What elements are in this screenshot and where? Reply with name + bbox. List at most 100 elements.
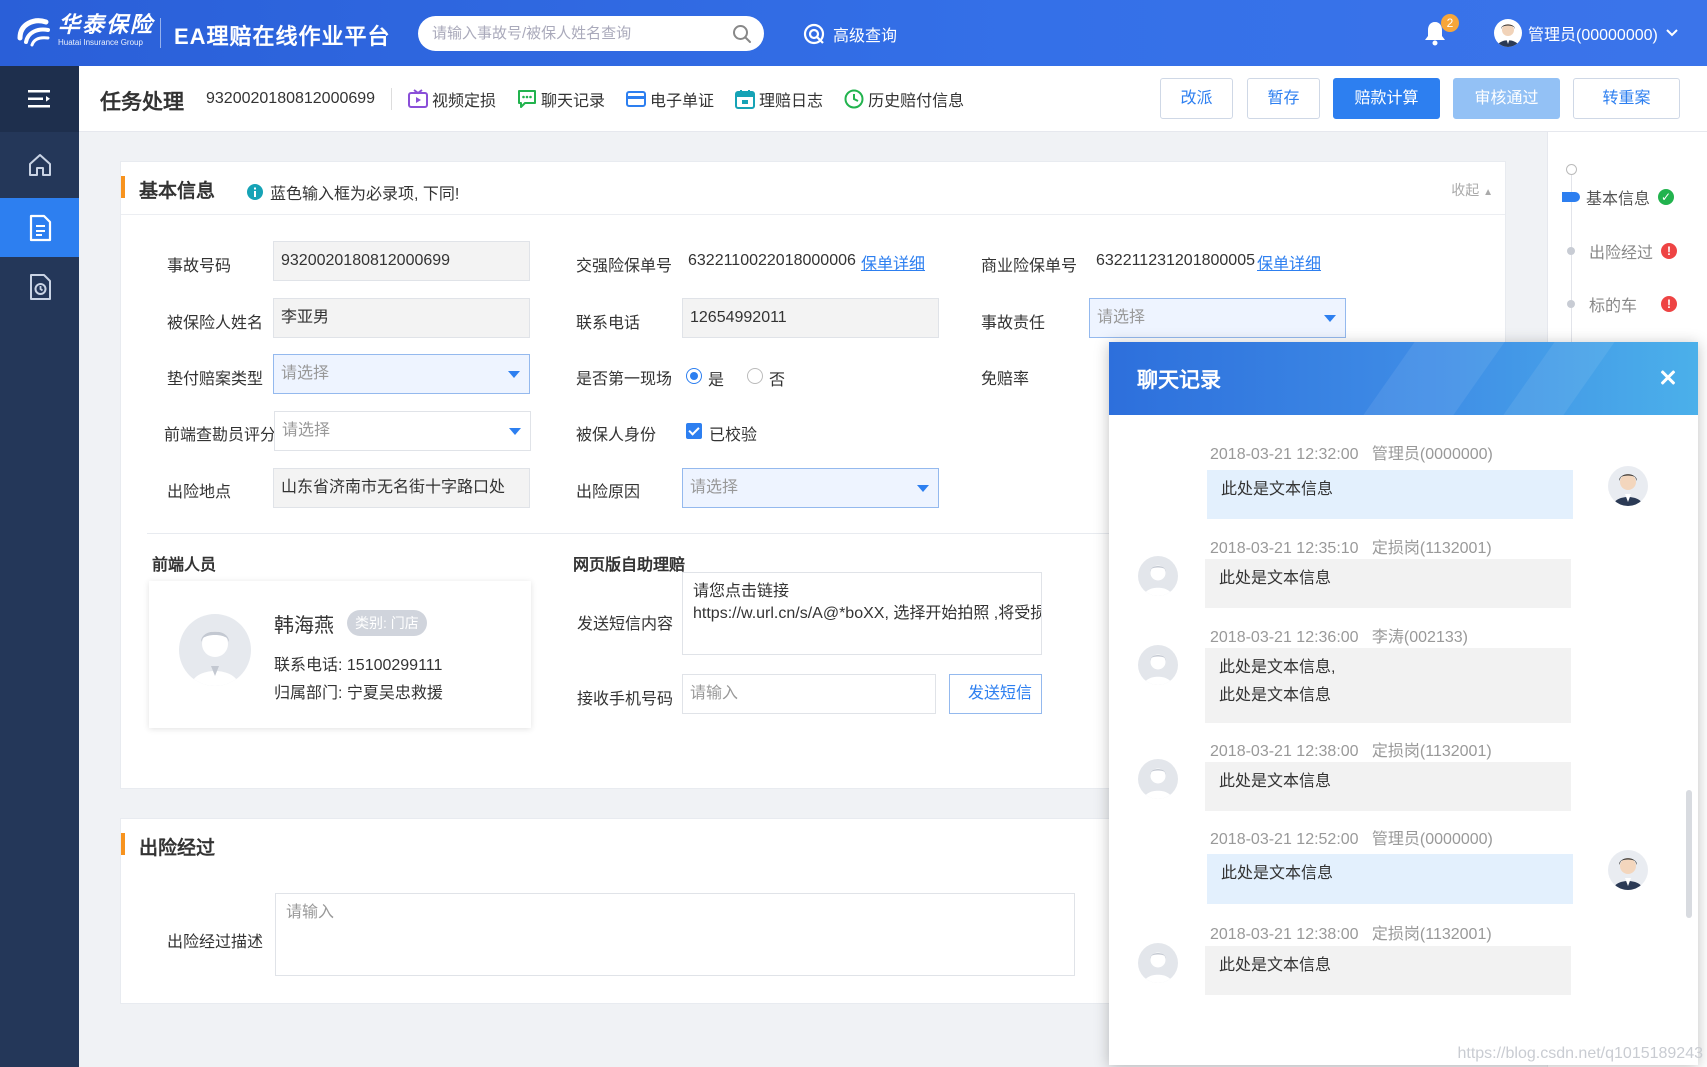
left-sidebar <box>0 66 79 1067</box>
section-marker <box>121 176 125 198</box>
home-icon <box>28 154 51 176</box>
liability-select[interactable]: 请选择 <box>1089 298 1346 338</box>
chat-bubble-mine: 此处是文本信息 <box>1207 854 1573 904</box>
video-damage-link[interactable]: 视频定损 <box>408 87 496 111</box>
message-time: 2018-03-21 12:38:00 <box>1210 926 1359 943</box>
claim-log-link[interactable]: 理赔日志 <box>735 87 823 111</box>
current-flag-icon <box>1562 192 1580 202</box>
advanced-query-label: 高级查询 <box>833 28 898 45</box>
self-service-title: 网页版自助理赔 <box>573 557 686 574</box>
video-damage-label: 视频定损 <box>432 93 497 110</box>
staff-category-tag: 类别: 门店 <box>347 610 427 636</box>
collapse-toggle[interactable]: 收起 ▲ <box>1451 180 1493 200</box>
message-sender: 管理员(0000000) <box>1371 831 1493 848</box>
calendar-icon <box>735 90 756 109</box>
save-draft-button[interactable]: 暂存 <box>1247 78 1320 119</box>
surveyor-rating-placeholder: 请选择 <box>282 422 331 439</box>
verified-checkbox[interactable] <box>686 423 702 439</box>
search-icon[interactable] <box>732 24 752 48</box>
search-input[interactable] <box>418 16 708 51</box>
receiver-phone-input[interactable]: 请输入 <box>682 674 936 714</box>
sidebar-item-document[interactable] <box>0 198 79 257</box>
chat-panel-title: 聊天记录 <box>1137 369 1221 392</box>
calculate-button[interactable]: 赔款计算 <box>1333 78 1440 119</box>
timeline-item-target-car[interactable]: 标的车 ! <box>1566 292 1678 316</box>
accident-desc-textarea[interactable]: 请输入 <box>275 893 1075 976</box>
staff-department: 归属部门: 宁夏吴忠救援 <box>274 685 443 702</box>
commercial-policy-value: 632211231201800005 <box>1096 252 1255 269</box>
surveyor-rating-select[interactable]: 请选择 <box>274 411 531 451</box>
chat-message-meta: 2018-03-21 12:36:00 李涛(002133) <box>1210 623 1468 647</box>
timeline-dot <box>1567 247 1575 255</box>
timeline-label-accident-process: 出险经过 <box>1589 245 1654 262</box>
notification-badge: 2 <box>1441 14 1459 32</box>
reassign-button[interactable]: 改派 <box>1160 78 1233 119</box>
message-text: 此处是文本信息 <box>1221 865 1334 882</box>
liability-select-placeholder: 请选择 <box>1097 309 1146 326</box>
clock-icon <box>844 89 864 109</box>
header-decoration <box>1363 342 1505 415</box>
menu-toggle-button[interactable] <box>0 66 79 132</box>
payment-history-link[interactable]: 历史赔付信息 <box>844 87 964 111</box>
phone-label: 联系电话 <box>576 315 641 332</box>
error-icon: ! <box>1661 243 1678 259</box>
advance-type-placeholder: 请选择 <box>281 365 330 382</box>
chat-record-link[interactable]: 聊天记录 <box>517 87 605 111</box>
reopen-case-button[interactable]: 转重案 <box>1573 78 1680 119</box>
message-time: 2018-03-21 12:38:00 <box>1210 743 1359 760</box>
first-scene-no-radio[interactable] <box>747 368 763 384</box>
collapse-label: 收起 <box>1451 182 1480 198</box>
timeline-item-basic-info[interactable]: 基本信息 ✓ <box>1562 185 1675 209</box>
surveyor-rating-label: 前端查勘员评分 <box>164 427 277 444</box>
chat-scrollbar[interactable] <box>1686 790 1692 918</box>
sms-line-1: 请您点击链接 <box>693 583 790 600</box>
hamburger-icon <box>27 90 50 108</box>
chat-bubble-theirs: 此处是文本信息, 此处是文本信息 <box>1205 648 1571 723</box>
compulsory-policy-detail-link[interactable]: 保单详细 <box>861 250 925 274</box>
other-user-avatar <box>1138 645 1178 685</box>
other-user-avatar <box>1138 556 1178 596</box>
first-scene-yes-radio[interactable] <box>686 368 702 384</box>
card-icon <box>626 91 647 107</box>
approve-button[interactable]: 审核通过 <box>1453 78 1560 119</box>
chat-message-meta: 2018-03-21 12:35:10 定损岗(1132001) <box>1210 534 1492 558</box>
logo-english: Huatai Insurance Group <box>58 38 143 47</box>
required-tip: 蓝色输入框为必录项, 下同! <box>247 180 459 204</box>
message-sender: 定损岗(1132001) <box>1371 743 1492 760</box>
insured-identity-label: 被保人身份 <box>576 427 657 444</box>
cause-select[interactable]: 请选择 <box>682 468 939 508</box>
commercial-policy-detail-link[interactable]: 保单详细 <box>1257 250 1321 274</box>
message-text: 此处是文本信息 <box>1219 957 1332 974</box>
accident-no-label: 事故号码 <box>167 258 232 275</box>
logo-chinese: 华泰保险 <box>58 12 155 38</box>
advanced-query-button[interactable]: 高级查询 <box>802 22 897 46</box>
sidebar-item-history[interactable] <box>0 257 79 316</box>
chat-bubble-theirs: 此处是文本信息 <box>1205 559 1571 608</box>
search-box <box>418 16 764 51</box>
timeline-dot <box>1567 300 1575 308</box>
send-sms-button[interactable]: 发送短信 <box>949 674 1042 714</box>
user-name: 管理员(00000000) <box>1528 27 1658 44</box>
task-header: 任务处理 9320020180812000699 视频定损 聊天记录 电子单证 … <box>79 66 1707 132</box>
chat-message-meta: 2018-03-21 12:38:00 定损岗(1132001) <box>1210 737 1492 761</box>
message-time: 2018-03-21 12:32:00 <box>1210 446 1359 463</box>
sms-content-textarea[interactable]: 请您点击链接 https://w.url.cn/s/A@*boXX, 选择开始拍… <box>682 572 1042 655</box>
user-menu[interactable]: 管理员(00000000) <box>1494 19 1678 47</box>
deductible-label: 免赔率 <box>981 371 1030 388</box>
caret-down-icon <box>917 485 929 492</box>
advance-type-select[interactable]: 请选择 <box>273 354 530 394</box>
e-document-link[interactable]: 电子单证 <box>626 87 714 111</box>
caret-down-icon <box>508 371 520 378</box>
caret-down-icon <box>509 428 521 435</box>
close-icon[interactable] <box>1654 364 1682 392</box>
message-sender: 管理员(0000000) <box>1371 446 1493 463</box>
chat-panel-header: 聊天记录 <box>1109 342 1698 415</box>
chat-message-meta: 2018-03-21 12:38:00 定损岗(1132001) <box>1210 920 1492 944</box>
chat-icon <box>518 90 537 108</box>
top-bar: 华泰保险 Huatai Insurance Group EA理赔在线作业平台 高… <box>0 0 1707 66</box>
timeline-item-accident-process[interactable]: 出险经过 ! <box>1566 239 1678 263</box>
brand-logo: 华泰保险 Huatai Insurance Group <box>16 12 154 50</box>
chat-record-panel: 聊天记录 2018-03-21 12:32:00 管理员(0000000) 此处… <box>1109 342 1698 1065</box>
frontend-staff-card: 韩海燕 类别: 门店 联系电话: 15100299111 归属部门: 宁夏吴忠救… <box>149 581 531 728</box>
sidebar-item-home[interactable] <box>0 132 79 198</box>
